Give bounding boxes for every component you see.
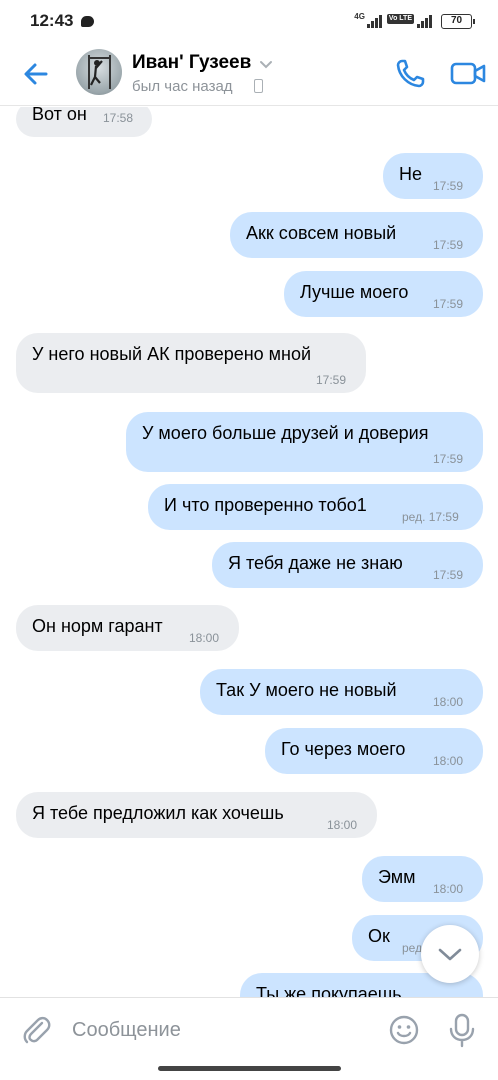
chevron-down-icon [438, 948, 462, 961]
message-text: Го через моего [281, 739, 406, 759]
mobile-device-icon [254, 79, 263, 93]
network-type-label: 4G [354, 12, 365, 21]
message-text: Акк совсем новый [246, 223, 397, 243]
message-bubble[interactable]: Он норм гарант 18:00 [16, 605, 239, 651]
message-time: 18:00 [433, 695, 464, 709]
attach-button[interactable] [20, 1014, 52, 1046]
message-text: Так У моего не новый [216, 680, 397, 700]
back-arrow-icon [24, 63, 48, 85]
message-bubble[interactable]: Вот он 17:58 [16, 107, 152, 137]
message-text: Ты же покупаешь [256, 984, 402, 997]
avatar-photo [88, 55, 111, 89]
message-time: 17:59 [433, 568, 464, 582]
message-bubble[interactable]: Я тебе предложил как хочешь 18:00 [16, 792, 377, 838]
message-time: 18:00 [433, 754, 464, 768]
message-input[interactable] [72, 1012, 372, 1048]
message-text: Вот он [32, 107, 87, 124]
signal-icon [366, 14, 382, 28]
emoji-icon [389, 1015, 419, 1045]
message-time: 17:59 [316, 373, 347, 387]
status-time: 12:43 [30, 11, 74, 30]
message-text: И что проверенно тобо1 [164, 495, 367, 515]
status-bar: 12:43 4G Vo LTE 70 [0, 0, 498, 44]
message-time: 17:59 [433, 297, 464, 311]
message-time: 17:59 [433, 452, 464, 466]
message-bubble[interactable]: У моего больше друзей и доверия 17:59 [126, 412, 483, 472]
message-bubble[interactable]: У него новый АК проверено мной 17:59 [16, 333, 366, 393]
message-bubble[interactable]: Я тебя даже не знаю 17:59 [212, 542, 483, 588]
home-indicator[interactable] [158, 1066, 341, 1071]
message-bubble[interactable]: Го через моего 18:00 [265, 728, 483, 774]
volte-badge: Vo LTE [386, 14, 414, 24]
status-indicators: 4G Vo LTE 70 [354, 12, 475, 30]
message-time: 18:00 [189, 631, 220, 645]
message-bubble[interactable]: Не 17:59 [383, 153, 483, 199]
message-text: Не [399, 164, 423, 184]
microphone-icon [449, 1013, 475, 1048]
chat-notification-icon [81, 16, 94, 27]
message-bubble[interactable]: Так У моего не новый 18:00 [200, 669, 483, 715]
emoji-button[interactable] [388, 1014, 420, 1046]
message-text: Я тебе предложил как хочешь [32, 803, 284, 823]
battery-icon: 70 [441, 13, 475, 29]
message-text: Эмм [378, 867, 416, 887]
back-button[interactable] [18, 56, 54, 92]
message-text: У моего больше друзей и доверия [142, 423, 429, 443]
message-time: 18:00 [433, 882, 464, 896]
message-text: Я тебя даже не знаю [228, 553, 403, 573]
message-text: Лучше моего [300, 282, 409, 302]
last-seen-status: был час назад [132, 78, 233, 95]
message-time: 17:59 [433, 179, 464, 193]
message-time: 17:59 [433, 238, 464, 252]
message-bubble[interactable]: Эмм 18:00 [362, 856, 483, 902]
message-text: Ок [368, 926, 390, 946]
message-bubble[interactable]: И что проверенно тобо1 ред. 17:59 [148, 484, 483, 530]
microphone-button[interactable] [446, 1012, 478, 1048]
compose-bar [0, 997, 498, 1063]
video-call-button[interactable] [448, 54, 488, 92]
message-time: 17:58 [103, 111, 134, 125]
signal-icon-2 [417, 14, 432, 28]
contact-name[interactable]: Иван' Гузеев [132, 52, 251, 74]
message-time: ред. 17:59 [402, 510, 459, 524]
chevron-down-icon[interactable] [258, 58, 274, 70]
message-bubble[interactable]: Акк совсем новый 17:59 [230, 212, 483, 258]
message-list[interactable]: Вот он 17:58 Не 17:59 Акк совсем новый 1… [0, 107, 498, 997]
chat-header: Иван' Гузеев был час назад [0, 44, 498, 106]
phone-icon [396, 59, 425, 88]
paperclip-icon [23, 1016, 51, 1044]
message-bubble[interactable]: Лучше моего 17:59 [284, 271, 483, 317]
scroll-down-button[interactable] [421, 925, 479, 983]
message-time: 18:00 [327, 818, 358, 832]
message-text: Он норм гарант [32, 616, 163, 636]
avatar[interactable] [76, 49, 122, 95]
call-button[interactable] [392, 54, 430, 92]
video-camera-icon [450, 62, 486, 85]
battery-level: 70 [450, 14, 463, 26]
message-text: У него новый АК проверено мной [32, 344, 312, 364]
message-time: ред [402, 941, 423, 955]
